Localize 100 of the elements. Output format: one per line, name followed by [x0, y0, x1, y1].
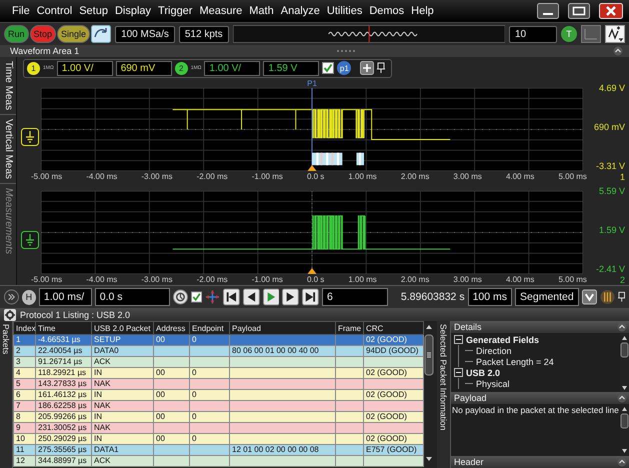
side-tab[interactable]: Packets [0, 321, 12, 468]
column-header[interactable]: Payload [230, 322, 336, 334]
column-header[interactable]: Time [36, 322, 92, 334]
x-axis-label: 3.00 ms [453, 275, 482, 284]
x-axis-label: 4.00 ms [506, 275, 534, 284]
x-axis-label: 4.00 ms [506, 172, 534, 181]
tree-item[interactable]: Direction [476, 346, 512, 356]
column-header[interactable]: CRC [364, 322, 424, 334]
column-header[interactable]: Frame [336, 322, 364, 334]
menu-item[interactable]: File [12, 5, 30, 17]
double-chevron-icon[interactable] [4, 289, 19, 305]
offset-field[interactable]: 1.59 V [263, 60, 320, 76]
close-icon[interactable] [599, 3, 623, 19]
step-forward-icon[interactable] [282, 288, 300, 306]
side-tab[interactable]: Selected Packet Information [438, 321, 450, 468]
tree-item[interactable]: Packet Length = 24 [476, 356, 554, 366]
x-axis-label: 0.0 s [306, 172, 324, 181]
side-tab[interactable]: Time Meas [0, 57, 16, 116]
x-axis-label: -5.00 ms [31, 172, 62, 181]
table-row[interactable]: 3 91.26714 µs ACK [14, 356, 424, 368]
table-row[interactable]: 1 -4.66531 µs SETUP 00 0 02 (GOOD) [14, 334, 424, 346]
run-control-button[interactable]: Single [57, 25, 90, 43]
pin-icon[interactable] [377, 62, 386, 74]
menu-item[interactable]: Help [411, 5, 434, 17]
step-back-icon[interactable] [242, 288, 260, 306]
collapse-icon[interactable] [617, 457, 627, 467]
bars-icon[interactable] [600, 289, 615, 305]
time-scale-field[interactable]: 1.00 ms/ [38, 288, 92, 306]
menu-item[interactable]: Measure [199, 5, 242, 17]
ground-marker-icon[interactable] [21, 231, 39, 249]
marker-badge[interactable]: p1 [337, 61, 352, 75]
checkbox[interactable] [322, 62, 334, 74]
menu-item[interactable]: Control [36, 5, 72, 17]
section-title: Payload [454, 393, 487, 404]
table-row[interactable]: 10 250.29029 µs IN 00 0 02 (GOOD) [14, 434, 424, 444]
x-axis-label: -2.00 ms [196, 172, 228, 181]
table-row[interactable]: 7 186.62258 µs NAK [14, 400, 424, 412]
x-axis-label: -3.00 ms [141, 172, 172, 181]
table-row[interactable]: 4 118.29921 µs IN 00 0 02 (GOOD) [14, 368, 424, 378]
column-header[interactable]: Endpoint [190, 322, 230, 334]
run-control-button[interactable]: Stop [30, 25, 56, 43]
expander-icon[interactable] [454, 368, 463, 377]
menu-item[interactable]: Utilities [326, 5, 362, 17]
plus-icon[interactable] [360, 61, 374, 75]
pin-icon[interactable] [618, 291, 626, 303]
table-row[interactable]: 9 231.30052 µs NAK [14, 422, 424, 434]
play-icon[interactable] [262, 288, 280, 306]
skip-to-start-icon[interactable] [223, 288, 240, 306]
offset-field[interactable]: 690 mV [116, 60, 172, 76]
time-position-field[interactable]: 0.0 s [94, 288, 170, 306]
mode-dropdown[interactable]: Segmented [515, 288, 579, 306]
table-row[interactable]: 12 344.88997 µs ACK [14, 456, 424, 466]
table-row[interactable]: 5 143.27833 µs NAK [14, 378, 424, 390]
menu-item[interactable]: Math [249, 5, 274, 17]
minimize-icon[interactable] [537, 3, 559, 19]
clock-icon[interactable] [173, 289, 188, 305]
side-tab[interactable]: Vertical Meas [0, 115, 16, 184]
table-row[interactable]: 11 275.35565 µs DATA1 12 01 00 02 00 00 00 08 E757 (GOOD) [14, 444, 424, 456]
collapse-icon[interactable] [617, 393, 627, 404]
x-axis-label: -4.00 ms [86, 172, 118, 181]
collapse-icon[interactable] [617, 322, 627, 332]
menu-item[interactable]: Setup [79, 5, 108, 17]
menu-item[interactable]: Analyze [280, 5, 320, 17]
x-axis-label: -4.00 ms [86, 275, 118, 284]
tree-item[interactable]: Physical [476, 378, 510, 388]
checkbox[interactable] [190, 291, 202, 303]
scale-field[interactable]: 1.00 V/ [204, 60, 260, 76]
wave-arrows-icon[interactable] [605, 25, 625, 43]
decoded-packet-bar [312, 152, 364, 166]
caret-icon[interactable] [582, 289, 597, 305]
column-header[interactable]: Address [154, 322, 190, 334]
scale-field[interactable]: 1.00 V/ [56, 60, 113, 76]
tree-item[interactable]: USB 2.0 [466, 368, 500, 378]
drag-handle-icon[interactable] [336, 49, 356, 53]
table-row[interactable]: 8 205.99266 µs IN 00 0 02 (GOOD) [14, 412, 424, 422]
collapse-icon[interactable] [613, 46, 624, 56]
interval-field[interactable]: 100 ms [468, 288, 512, 306]
menu-item[interactable]: Trigger [158, 5, 192, 17]
memory-depth-readout[interactable]: 512 kpts [178, 26, 229, 42]
menu-item[interactable]: Demos [369, 5, 404, 17]
skip-to-end-icon[interactable] [302, 288, 319, 306]
segment-field[interactable]: 6 [322, 288, 388, 306]
ground-marker-icon[interactable] [21, 128, 39, 146]
trigger-marker-icon [308, 165, 316, 171]
expander-icon[interactable] [454, 335, 463, 344]
table-row[interactable]: 6 161.46132 µs IN 00 0 02 (GOOD) [14, 390, 424, 400]
tree-item[interactable]: Generated Fields [466, 334, 540, 344]
table-row[interactable]: 2 22.40054 µs DATA0 80 06 00 01 00 00 40 00 94DD (GOOD) [14, 346, 424, 356]
plot-index-label: 2 [618, 274, 626, 284]
maximize-icon[interactable] [568, 3, 590, 19]
menu-item[interactable]: Display [114, 5, 152, 17]
gear-icon[interactable] [4, 308, 16, 320]
channel-badge[interactable]: 2 [174, 62, 188, 74]
horizontal-badge[interactable]: H [22, 290, 36, 304]
count-field[interactable]: 10 [509, 26, 557, 42]
column-header[interactable]: USB 2.0 Packet [92, 322, 154, 334]
channel-badge[interactable]: 1 [27, 62, 40, 74]
run-control-button[interactable]: Run [4, 25, 29, 43]
sample-rate-readout[interactable]: 100 MSa/s [115, 26, 175, 42]
column-header[interactable]: Index [14, 322, 36, 334]
